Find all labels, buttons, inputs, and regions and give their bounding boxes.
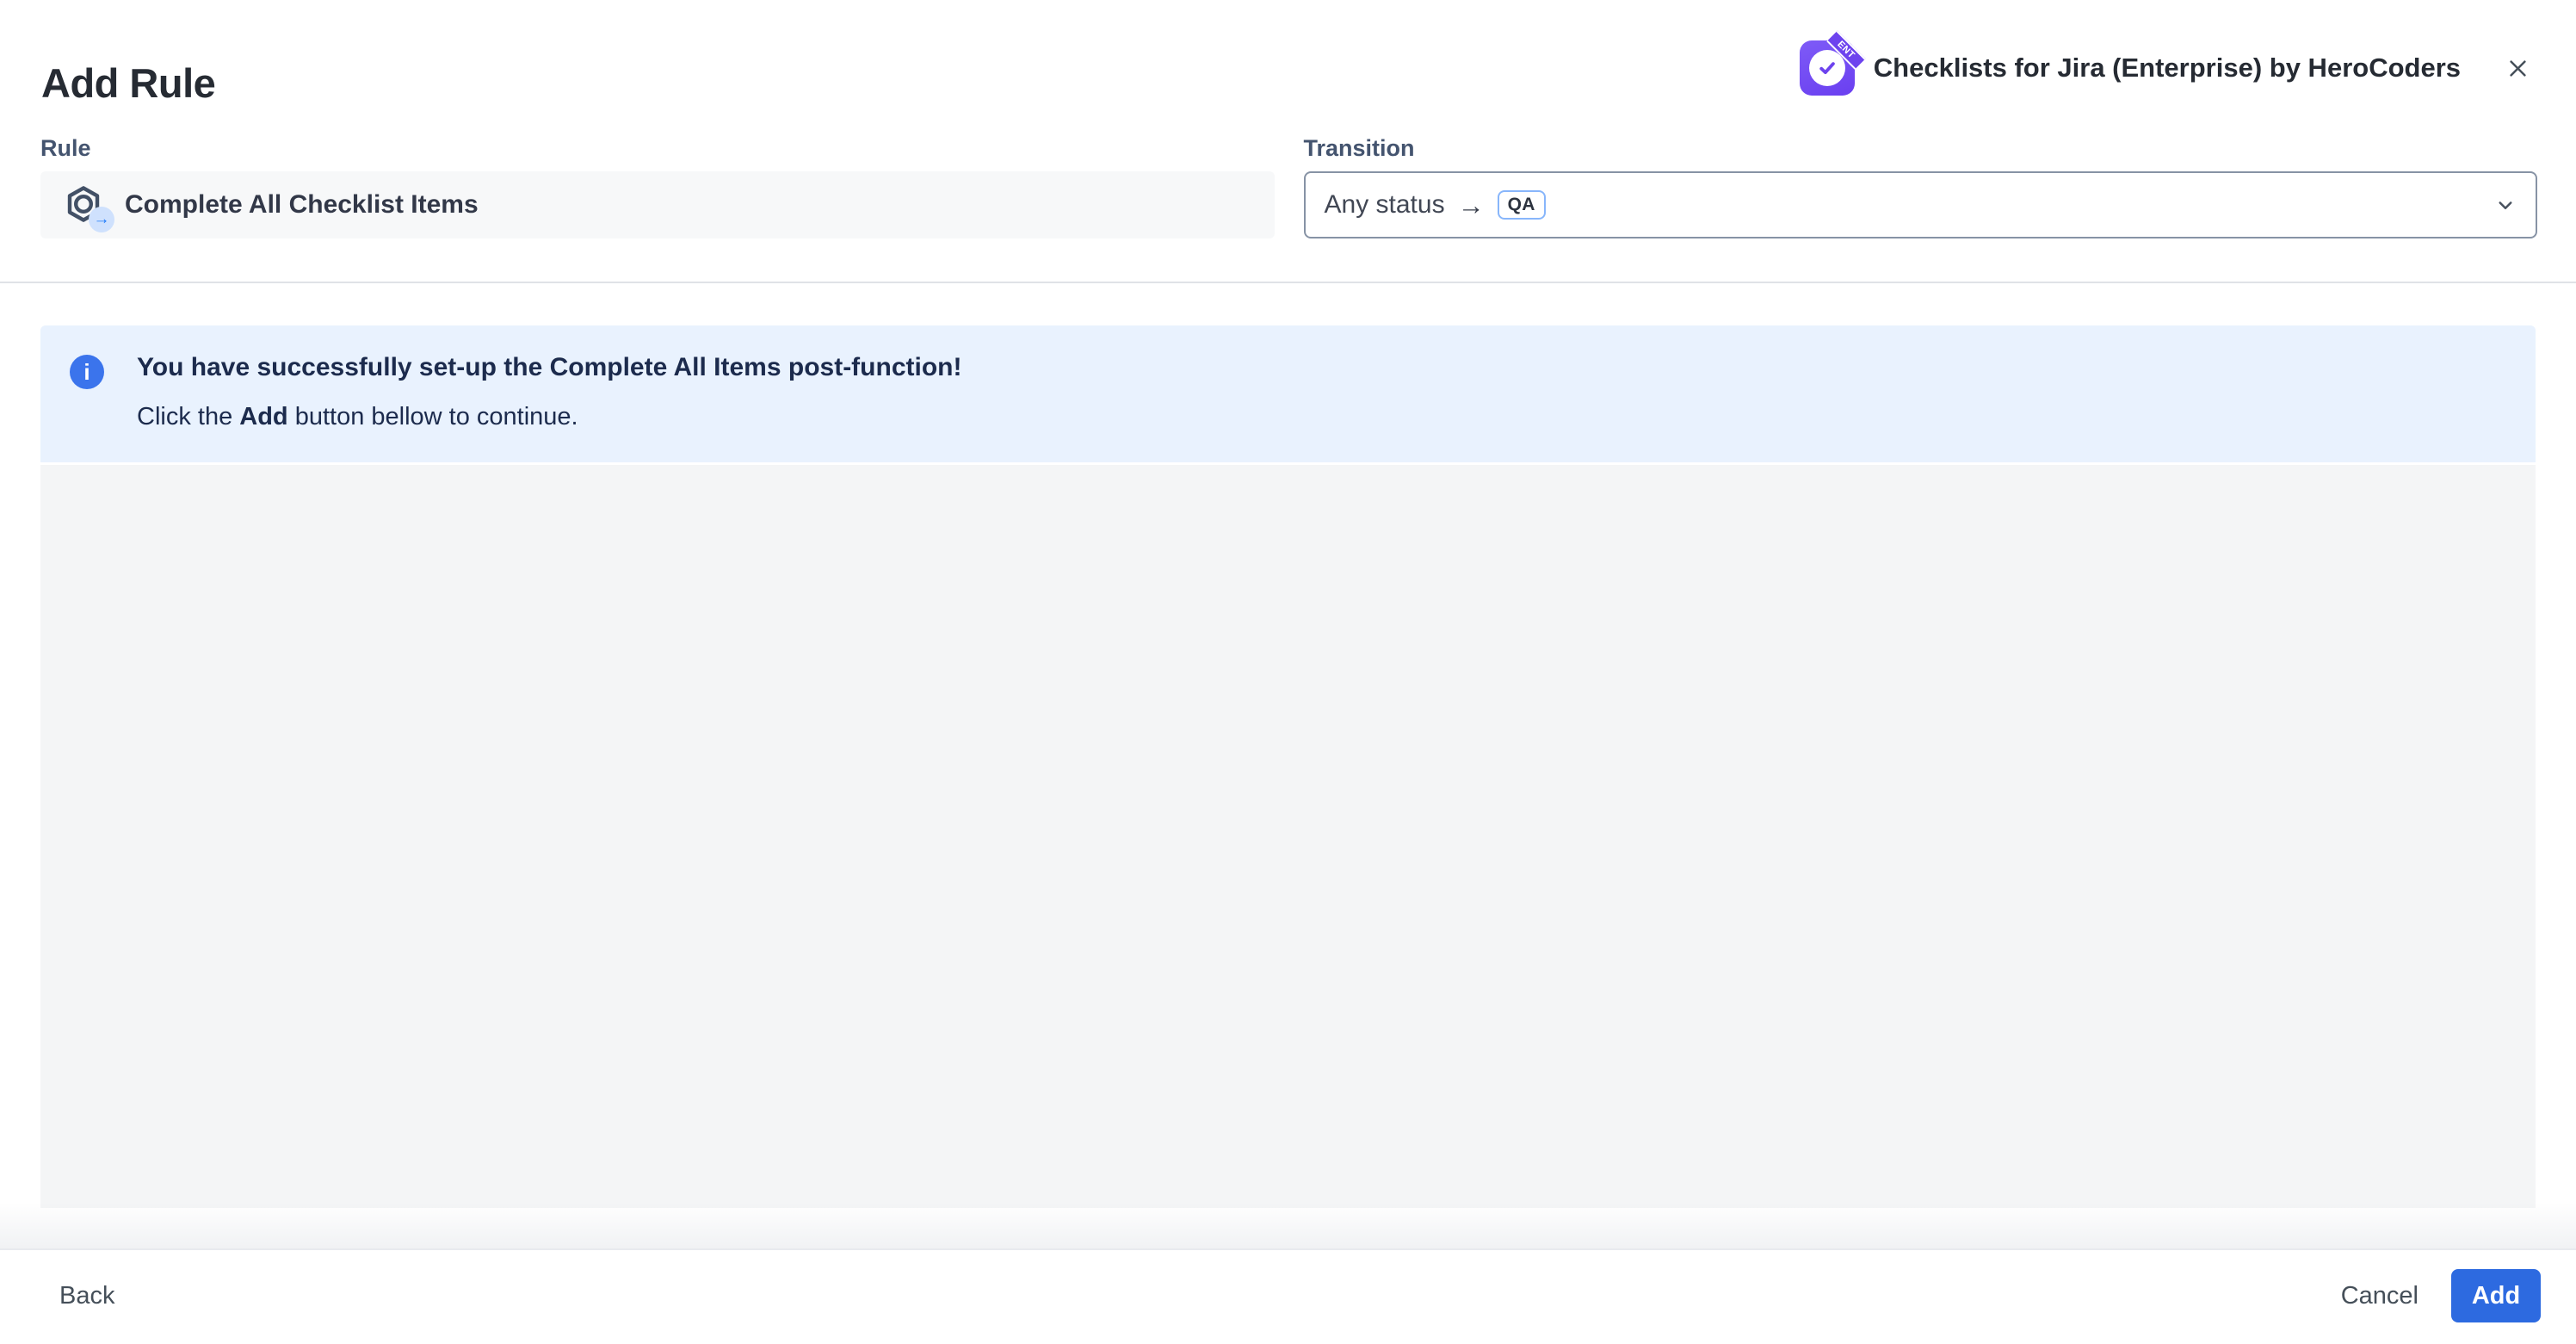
chevron-down-icon [2493, 192, 2518, 218]
content-placeholder [40, 465, 2536, 1208]
info-icon: i [70, 355, 104, 389]
transition-arrow-icon: → [1458, 192, 1485, 219]
cancel-button[interactable]: Cancel [2341, 1282, 2418, 1310]
banner-body: Click the Add button bellow to continue. [137, 403, 961, 431]
back-button[interactable]: Back [59, 1282, 114, 1310]
checkmark-icon [1814, 55, 1840, 81]
selected-rule-box: → Complete All Checklist Items [40, 171, 1275, 238]
banner-body-prefix: Click the [137, 403, 239, 430]
transition-from-status: Any status [1325, 190, 1445, 220]
section-divider [0, 282, 2576, 283]
field-row: Rule → Complete All Checklist Items Tran… [40, 134, 2537, 238]
transition-to-status-badge: QA [1498, 190, 1546, 220]
banner-body-suffix: button bellow to continue. [288, 403, 578, 430]
rule-label: Rule [40, 134, 1275, 162]
transition-select[interactable]: Any status → QA [1304, 171, 2538, 238]
info-banner: i You have successfully set-up the Compl… [40, 325, 2536, 462]
rule-name: Complete All Checklist Items [125, 190, 479, 220]
add-button[interactable]: Add [2451, 1269, 2541, 1322]
footer-scroll-shadow [0, 1202, 2576, 1250]
rule-field: Rule → Complete All Checklist Items [40, 134, 1275, 238]
banner-body-bold: Add [239, 403, 287, 430]
header-right: ENT Checklists for Jira (Enterprise) by … [1800, 40, 2538, 96]
banner-text: You have successfully set-up the Complet… [137, 351, 961, 431]
transition-label: Transition [1304, 134, 2538, 162]
footer: Back Cancel Add [41, 1266, 2541, 1326]
arrow-right-badge-icon: → [89, 207, 114, 232]
app-title: Checklists for Jira (Enterprise) by Hero… [1874, 53, 2461, 84]
transition-field: Transition Any status → QA [1304, 134, 2538, 238]
checklists-app-icon: ENT [1800, 40, 1855, 96]
banner-title: You have successfully set-up the Complet… [137, 353, 961, 382]
close-button[interactable] [2497, 47, 2538, 89]
page-title: Add Rule [41, 59, 215, 107]
rule-gear-icon: → [63, 183, 109, 227]
close-icon [2506, 57, 2530, 80]
